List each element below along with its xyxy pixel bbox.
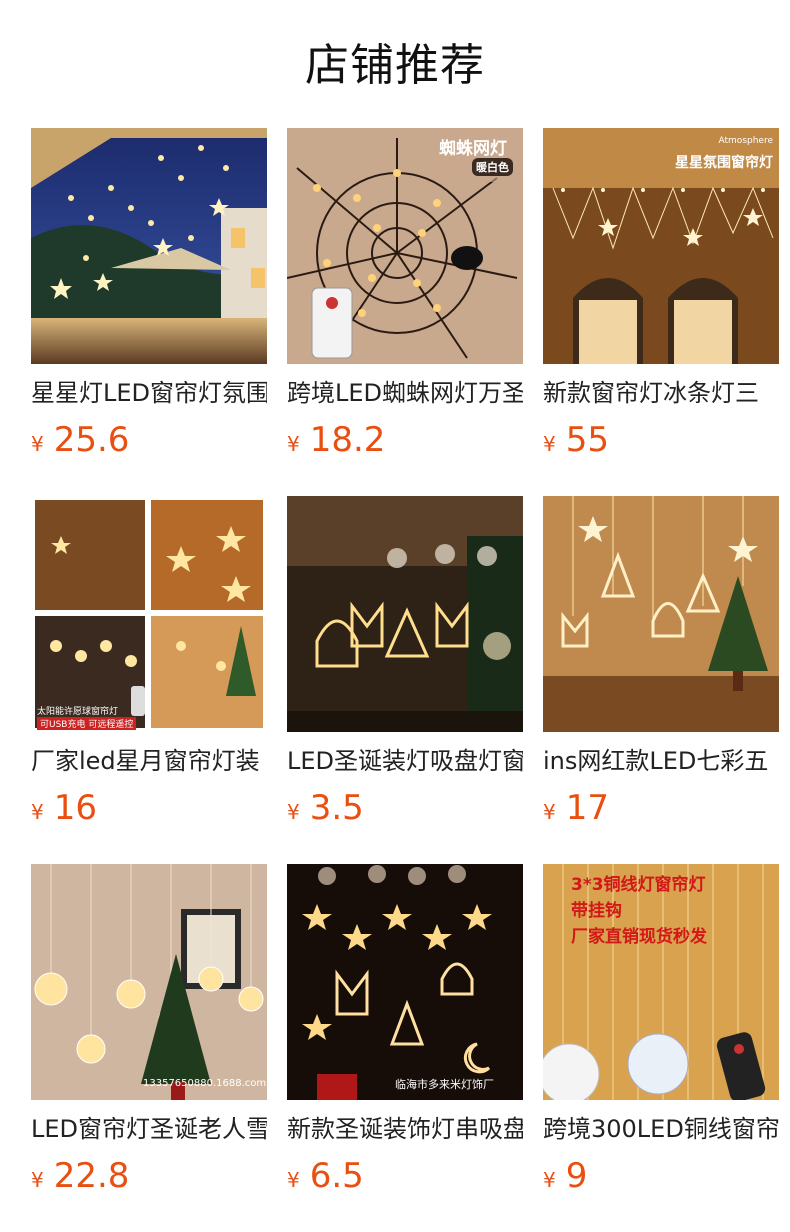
price-amount: 55 [565, 420, 609, 460]
product-price: ¥22.8 [31, 1154, 267, 1198]
price-amount: 16 [53, 788, 97, 828]
image-overlay-text: 暖白色 [472, 158, 513, 176]
image-overlay-text: 星星氛围窗帘灯 [675, 155, 773, 171]
product-price: ¥25.6 [31, 418, 267, 462]
product-card[interactable]: Atmosphere 星星氛围窗帘灯 新款窗帘灯冰条灯三 ¥55 [543, 128, 779, 462]
product-name[interactable]: 跨境LED蜘蛛网灯万圣 [287, 376, 523, 410]
product-price: ¥6.5 [287, 1154, 523, 1198]
image-overlay-text: 可USB充电 可远程遥控 [37, 717, 137, 730]
product-name[interactable]: LED圣诞装灯吸盘灯窗 [287, 744, 523, 778]
product-image[interactable]: 太阳能许愿球窗帘灯 可USB充电 可远程遥控 [31, 496, 267, 732]
currency-symbol: ¥ [31, 1168, 44, 1192]
product-image[interactable]: Atmosphere 星星氛围窗帘灯 [543, 128, 779, 364]
price-amount: 18.2 [309, 420, 386, 460]
price-amount: 6.5 [309, 1156, 364, 1196]
image-overlay-text: 蜘蛛网灯 [439, 139, 507, 159]
image-overlay-text: 带挂钩 [571, 901, 622, 921]
product-image[interactable] [287, 496, 523, 732]
currency-symbol: ¥ [287, 800, 300, 824]
page-title: 店铺推荐 [305, 40, 485, 91]
product-card[interactable]: 3*3铜线灯窗帘灯 带挂钩 厂家直销现货秒发 跨境300LED铜线窗帘 ¥9 [543, 864, 779, 1198]
product-image[interactable]: 蜘蛛网灯 暖白色 [287, 128, 523, 364]
product-price: ¥16 [31, 786, 267, 830]
image-overlay-text: 太阳能许愿球窗帘灯 [37, 707, 119, 717]
image-overlay-text: 临海市多来米灯饰厂 [395, 1078, 494, 1091]
product-name[interactable]: LED窗帘灯圣诞老人雪 [31, 1112, 267, 1146]
currency-symbol: ¥ [543, 1168, 556, 1192]
product-image[interactable] [543, 496, 779, 732]
product-price: ¥18.2 [287, 418, 523, 462]
product-name[interactable]: 新款圣诞装饰灯串吸盘 [287, 1112, 523, 1146]
product-name[interactable]: 新款窗帘灯冰条灯三 [543, 376, 779, 410]
product-name[interactable]: 星星灯LED窗帘灯氛围 [31, 376, 267, 410]
product-name[interactable]: ins网红款LED七彩五 [543, 744, 779, 778]
product-card[interactable]: 蜘蛛网灯 暖白色 跨境LED蜘蛛网灯万圣 ¥18.2 [287, 128, 523, 462]
price-amount: 25.6 [53, 420, 130, 460]
product-price: ¥17 [543, 786, 779, 830]
product-image[interactable]: 13357650880.1688.com [31, 864, 267, 1100]
currency-symbol: ¥ [31, 432, 44, 456]
product-price: ¥3.5 [287, 786, 523, 830]
currency-symbol: ¥ [287, 1168, 300, 1192]
image-overlay-text: 13357650880.1688.com [143, 1078, 267, 1089]
price-amount: 3.5 [309, 788, 364, 828]
product-card[interactable]: 太阳能许愿球窗帘灯 可USB充电 可远程遥控 厂家led星月窗帘灯装 ¥16 [31, 496, 267, 830]
price-amount: 22.8 [53, 1156, 130, 1196]
product-price: ¥55 [543, 418, 779, 462]
product-card[interactable]: LED圣诞装灯吸盘灯窗 ¥3.5 [287, 496, 523, 830]
product-name[interactable]: 厂家led星月窗帘灯装 [31, 744, 267, 778]
product-price: ¥9 [543, 1154, 779, 1198]
product-image[interactable]: 3*3铜线灯窗帘灯 带挂钩 厂家直销现货秒发 [543, 864, 779, 1100]
image-overlay-text: Atmosphere [718, 136, 773, 146]
product-card[interactable]: ins网红款LED七彩五 ¥17 [543, 496, 779, 830]
currency-symbol: ¥ [287, 432, 300, 456]
image-overlay-text: 厂家直销现货秒发 [571, 927, 707, 947]
product-image[interactable]: 临海市多来米灯饰厂 [287, 864, 523, 1100]
price-amount: 17 [565, 788, 609, 828]
price-amount: 9 [565, 1156, 588, 1196]
product-image[interactable] [31, 128, 267, 364]
product-card[interactable]: 13357650880.1688.com LED窗帘灯圣诞老人雪 ¥22.8 [31, 864, 267, 1198]
product-card[interactable]: 星星灯LED窗帘灯氛围 ¥25.6 [31, 128, 267, 462]
currency-symbol: ¥ [543, 432, 556, 456]
product-name[interactable]: 跨境300LED铜线窗帘 [543, 1112, 779, 1146]
product-card[interactable]: 临海市多来米灯饰厂 新款圣诞装饰灯串吸盘 ¥6.5 [287, 864, 523, 1198]
image-overlay-text: 3*3铜线灯窗帘灯 [571, 875, 706, 895]
currency-symbol: ¥ [543, 800, 556, 824]
currency-symbol: ¥ [31, 800, 44, 824]
